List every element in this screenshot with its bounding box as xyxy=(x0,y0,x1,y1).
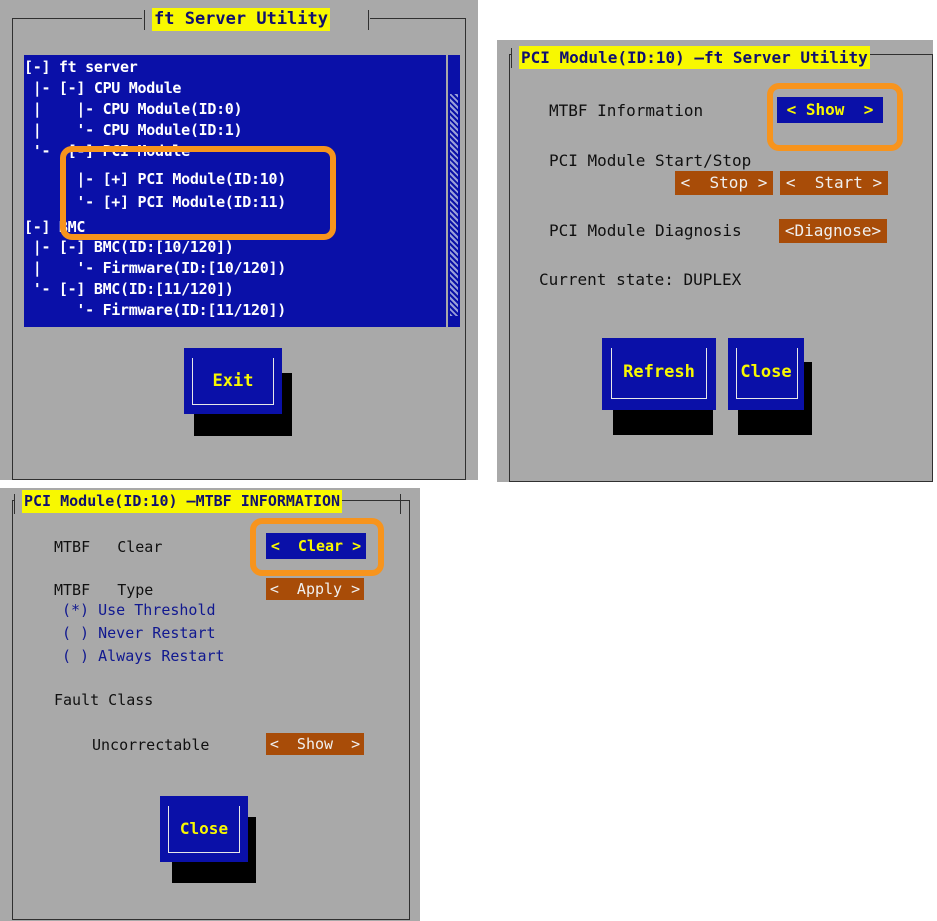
window-title: PCI Module(ID:10) —MTBF INFORMATION xyxy=(22,490,343,513)
tree-item[interactable]: | |- CPU Module(ID:0) xyxy=(24,100,243,118)
tree-item[interactable]: '- [-] PCI Module xyxy=(24,142,190,160)
uncorrectable-label: Uncorrectable xyxy=(92,736,210,754)
tree-item[interactable]: |- [-] BMC(ID:[10/120]) xyxy=(24,238,234,256)
tree-item-pci-module-11[interactable]: '- [+] PCI Module(ID:11) xyxy=(24,193,286,211)
tree-item-pci-module-10[interactable]: |- [+] PCI Module(ID:10) xyxy=(24,170,286,188)
tree-item[interactable]: | '- Firmware(ID:[10/120]) xyxy=(24,259,287,277)
stop-button[interactable]: < Stop > xyxy=(675,171,773,195)
mtbf-show-button[interactable]: < Show > xyxy=(777,97,883,123)
close-button-label: Close xyxy=(179,819,229,838)
start-button[interactable]: < Start > xyxy=(780,171,888,195)
mtbf-information-window: PCI Module(ID:10) —MTBF INFORMATION MTBF… xyxy=(0,488,420,921)
window-title: PCI Module(ID:10) —ft Server Utility xyxy=(519,46,870,69)
tree-item[interactable]: '- Firmware(ID:[11/120]) xyxy=(24,301,286,319)
refresh-button[interactable]: Refresh xyxy=(602,338,716,410)
uncorrectable-show-button[interactable]: < Show > xyxy=(266,733,364,755)
close-button[interactable]: Close xyxy=(728,338,804,410)
tree-item[interactable]: | '- CPU Module(ID:1) xyxy=(24,121,243,139)
module-tree[interactable]: [-] ft server |- [-] CPU Module | |- CPU… xyxy=(24,55,446,327)
exit-button[interactable]: Exit xyxy=(184,348,282,414)
start-stop-label: PCI Module Start/Stop xyxy=(549,151,752,170)
scrollbar-track[interactable] xyxy=(450,94,458,316)
close-button-label: Close xyxy=(740,362,792,382)
mtbf-clear-button[interactable]: < Clear > xyxy=(266,533,366,559)
mtbf-information-label: MTBF Information xyxy=(549,101,704,120)
diagnosis-label: PCI Module Diagnosis xyxy=(549,221,742,240)
current-state: Current state: DUPLEX xyxy=(539,270,742,289)
refresh-button-label: Refresh xyxy=(623,362,695,382)
tree-item[interactable]: '- [-] BMC(ID:[11/120]) xyxy=(24,280,234,298)
tree-item[interactable]: [-] ft server xyxy=(24,58,138,76)
diagnose-button[interactable]: <Diagnose> xyxy=(779,219,887,243)
exit-button-label: Exit xyxy=(212,371,254,391)
pci-module-window: PCI Module(ID:10) —ft Server Utility MTB… xyxy=(497,40,933,482)
option-never-restart[interactable]: ( ) Never Restart xyxy=(62,623,216,643)
mtbf-type-label: MTBF Type xyxy=(54,581,154,599)
ft-server-utility-window: ft Server Utility [-] ft server |- [-] C… xyxy=(0,0,478,480)
tree-item[interactable]: [-] BMC xyxy=(24,218,85,236)
mtbf-close-button[interactable]: Close xyxy=(160,796,248,862)
apply-button[interactable]: < Apply > xyxy=(266,578,364,600)
option-use-threshold[interactable]: (*) Use Threshold xyxy=(62,600,216,620)
window-title: ft Server Utility xyxy=(152,8,330,31)
fault-class-label: Fault Class xyxy=(54,691,154,709)
tree-item[interactable]: |- [-] CPU Module xyxy=(24,79,182,97)
mtbf-clear-label: MTBF Clear xyxy=(54,538,163,556)
option-always-restart[interactable]: ( ) Always Restart xyxy=(62,646,225,666)
